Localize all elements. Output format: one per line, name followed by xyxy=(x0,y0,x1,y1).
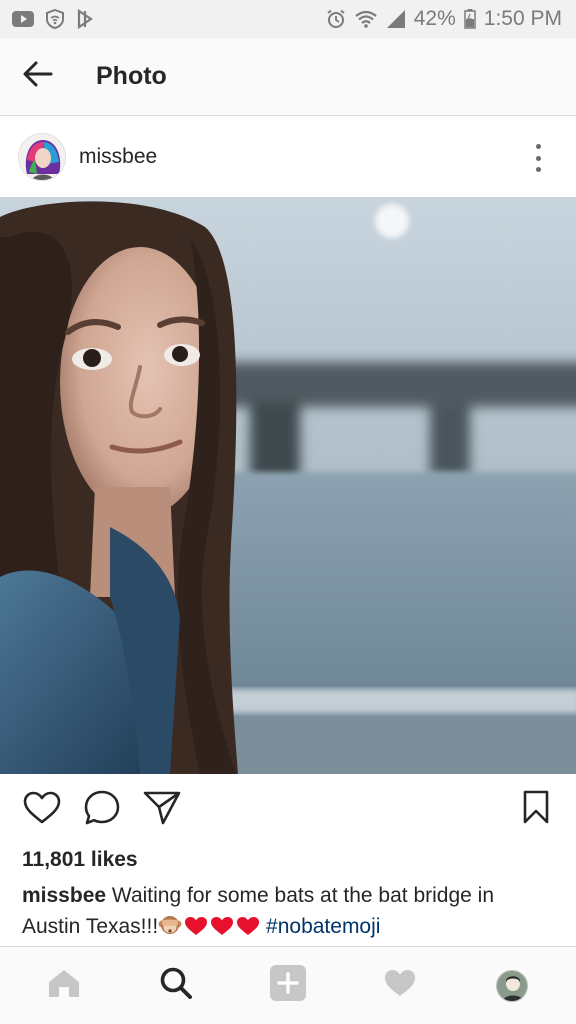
page-title: Photo xyxy=(96,62,167,90)
youtube-icon xyxy=(12,11,34,27)
wifi-icon xyxy=(354,10,378,28)
comment-button[interactable] xyxy=(82,790,122,830)
post-photo[interactable] xyxy=(0,197,576,774)
nav-home[interactable] xyxy=(34,956,94,1016)
post-header: missbee xyxy=(0,117,576,197)
bookmark-icon xyxy=(522,790,550,828)
red-heart-emoji xyxy=(184,914,208,945)
caption-emojis xyxy=(158,914,260,945)
red-heart-emoji xyxy=(210,914,234,945)
home-icon xyxy=(47,968,81,1003)
share-icon xyxy=(143,790,181,831)
signal-icon xyxy=(386,9,406,29)
battery-percent: 42% xyxy=(413,7,456,30)
like-button[interactable] xyxy=(22,790,62,830)
caption-username[interactable]: missbee xyxy=(22,884,106,907)
nav-profile[interactable] xyxy=(482,956,542,1016)
vertical-ellipsis-icon xyxy=(535,144,541,149)
ellipsis-dot xyxy=(535,167,541,172)
comment-icon xyxy=(83,789,121,832)
see-no-evil-monkey-emoji xyxy=(158,914,182,945)
post-username[interactable]: missbee xyxy=(79,145,157,169)
shield-wifi-icon xyxy=(46,9,64,29)
clock: 1:50 PM xyxy=(483,7,562,30)
arrow-left-icon xyxy=(23,61,53,92)
add-icon xyxy=(269,964,307,1007)
profile-avatar xyxy=(496,969,528,1002)
caption-hashtag[interactable]: #nobatemoji xyxy=(266,915,380,938)
bottom-nav xyxy=(0,946,576,1024)
battery-icon xyxy=(464,9,476,29)
ellipsis-dot xyxy=(535,155,541,161)
app-bar: Photo xyxy=(0,38,576,116)
save-button[interactable] xyxy=(522,790,550,829)
nav-activity[interactable] xyxy=(370,956,430,1016)
nav-add[interactable] xyxy=(258,956,318,1016)
nav-search[interactable] xyxy=(146,956,206,1016)
more-options-button[interactable] xyxy=(528,141,548,175)
activity-heart-icon xyxy=(383,968,417,1003)
share-button[interactable] xyxy=(142,790,182,830)
post-actions xyxy=(0,774,576,846)
post-caption: missbee Waiting for some bats at the bat… xyxy=(22,880,552,945)
user-avatar[interactable] xyxy=(18,133,66,181)
alarm-icon xyxy=(326,9,346,29)
red-heart-emoji xyxy=(236,914,260,945)
search-icon xyxy=(159,966,193,1005)
heart-icon xyxy=(23,791,61,830)
voicemail-icon xyxy=(76,9,94,29)
status-bar: 42% 1:50 PM xyxy=(0,0,576,38)
likes-count[interactable]: 11,801 likes xyxy=(22,848,138,872)
back-button[interactable] xyxy=(0,38,76,116)
